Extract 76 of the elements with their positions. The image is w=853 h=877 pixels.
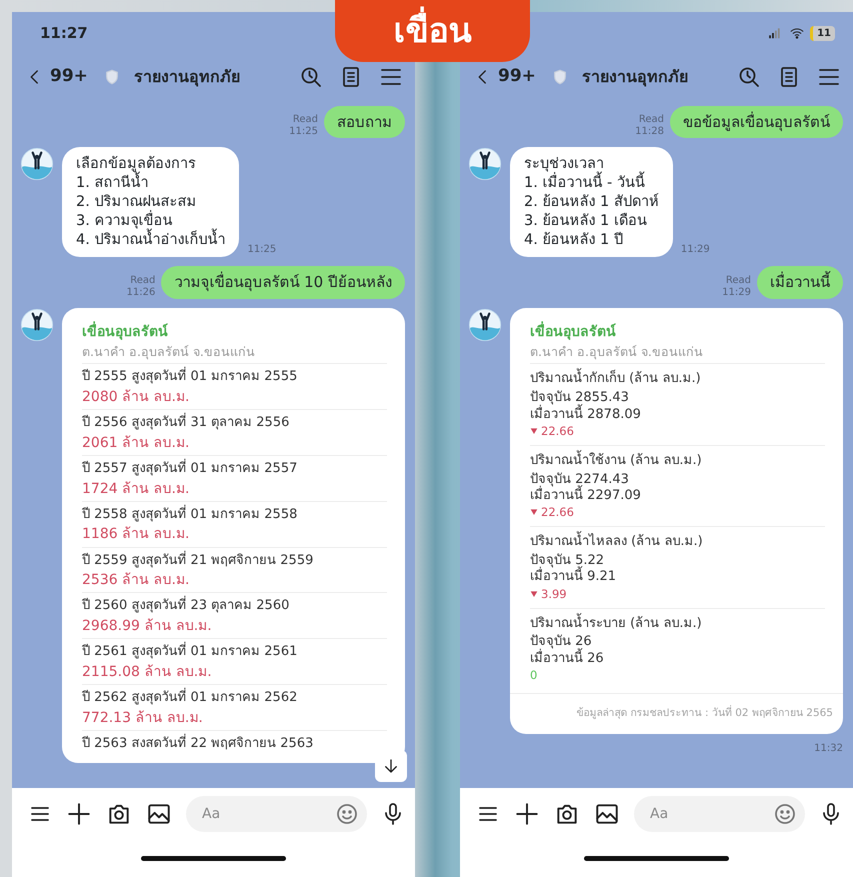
yesterday-value: เมื่อวานนี้ 26 xyxy=(530,650,825,667)
chat-name: รายงานอุทกภัย xyxy=(582,66,688,88)
peak-volume: 772.13 ล้าน ลบ.ม. xyxy=(82,708,204,728)
message-time: 11:25 xyxy=(289,126,318,138)
change-value: 22.66 xyxy=(541,422,574,439)
yesterday-value: เมื่อวานนี้ 2297.09 xyxy=(530,488,825,504)
plus-icon[interactable] xyxy=(514,801,540,827)
peak-volume: 2115.08 ล้าน ลบ.ม. xyxy=(82,662,213,682)
year-peak-date: ปี 2557 สูงสุดวันที่ 01 มกราคม 2557 xyxy=(82,459,387,479)
unread-count: 99+ xyxy=(498,65,536,88)
dam-name: เขื่อนอุบลรัตน์ xyxy=(82,322,387,343)
search-icon[interactable] xyxy=(737,65,761,89)
received-message-bubble: ระบุช่วงเวลา 1. เมื่อวานนี้ - วันนี้ 2. ย้อนหลัง 1 สัปดาห์ 3. ย้อนหลัง 1 เดือน 4. ย้อนหลัง 1 ปี xyxy=(510,147,673,258)
year-peak-date: ปี 2561 สูงสุดวันที่ 01 มกราคม 2561 xyxy=(82,642,387,662)
message-time: 11:29 xyxy=(722,286,751,299)
year-peak-date: ปี 2563 สงสดวันที่ 22 พฤศจิกายน 2563 xyxy=(82,734,314,753)
sent-message-bubble: ขอข้อมูลเขื่อนอุบลรัตน์ xyxy=(670,106,843,138)
plus-icon[interactable] xyxy=(66,801,92,827)
current-value: ปัจจุบัน 26 xyxy=(530,634,593,650)
avatar-icon xyxy=(468,308,502,342)
message-input-field[interactable]: Aa xyxy=(186,796,367,832)
search-icon[interactable] xyxy=(299,65,323,89)
yesterday-value: เมื่อวานนี้ 2878.09 xyxy=(530,406,825,423)
down-arrow-icon xyxy=(382,757,400,775)
unread-count: 99+ xyxy=(50,65,88,88)
message-time: 11:26 xyxy=(126,286,156,299)
read-receipt: Read xyxy=(638,114,664,126)
message-time: 11:28 xyxy=(635,126,664,138)
read-receipt: Read xyxy=(292,114,318,126)
avatar-icon xyxy=(20,308,54,342)
dam-location: ต.นาคำ อ.อุบลรัตน์ จ.ขอนแก่น xyxy=(82,342,256,362)
change-value: 3.99 xyxy=(541,586,567,602)
data-source-note: ข้อมูลล่าสุด กรมชลประทาน : วันที่ 02 พฤศจิกายน 2565 xyxy=(510,693,843,726)
peak-volume: 2968.99 ล้าน ลบ.ม. xyxy=(82,616,213,636)
message-time: 11:32 xyxy=(814,742,843,756)
battery-indicator: 11 xyxy=(810,26,835,40)
peak-volume: 1724 ล้าน ลบ.ม. xyxy=(82,480,190,499)
metric-label: ปริมาณน้ำไหลลง (ล้าน ลบ.ม.) xyxy=(530,532,825,554)
message-time: 11:25 xyxy=(247,243,276,258)
sent-message-bubble: สอบถาม xyxy=(324,106,405,138)
title-banner: เขื่อน xyxy=(335,0,530,62)
current-value: ปัจจุบัน 2855.43 xyxy=(530,390,630,406)
sent-message-bubble: เมื่อวานนี้ xyxy=(757,266,843,299)
metric-label: ปริมาณน้ำกักเก็บ (ล้าน ลบ.ม.) xyxy=(530,369,825,390)
scroll-down-button[interactable] xyxy=(375,750,407,782)
peak-volume: 2061 ล้าน ลบ.ม. xyxy=(82,434,190,453)
read-receipt: Read xyxy=(130,274,156,287)
year-peak-date: ปี 2555 สูงสุดวันที่ 01 มกราคม 2555 xyxy=(82,367,387,387)
wifi-icon xyxy=(788,26,806,40)
year-peak-date: ปี 2560 สูงสุดวันที่ 23 ตุลาคม 2560 xyxy=(82,596,387,616)
avatar-icon xyxy=(468,147,502,182)
peak-volume: 2080 ล้าน ลบ.ม. xyxy=(82,388,190,407)
smiley-icon[interactable] xyxy=(335,802,359,826)
change-value: 22.66 xyxy=(541,504,574,520)
received-message-bubble: เลือกข้อมูลต้องการ 1. สถานีน้ำ 2. ปริมาณฝนสะสม 3. ความจุเขื่อน 4. ปริมาณน้ำอ่างเก็บน้ำ xyxy=(62,147,240,258)
chat-name: รายงานอุทกภัย xyxy=(134,66,240,88)
status-time: 11:27 xyxy=(40,22,88,44)
year-peak-date: ปี 2558 สูงสุดวันที่ 01 มกราคม 2558 xyxy=(82,504,298,524)
read-receipt: Read xyxy=(726,274,751,287)
message-time: 11:29 xyxy=(680,243,710,258)
change-value: 0 xyxy=(530,666,538,684)
year-peak-date: ปี 2559 สูงสุดวันที่ 21 พฤศจิกายน 2559 xyxy=(82,550,314,570)
message-input-field[interactable]: Aa xyxy=(634,796,805,832)
peak-volume: 2536 ล้าน ลบ.ม. xyxy=(82,571,190,590)
dam-location: ต.นาคำ อ.อุบลรัตน์ จ.ขอนแก่น xyxy=(530,342,704,362)
smiley-icon[interactable] xyxy=(773,802,797,826)
metric-label: ปริมาณน้ำระบาย (ล้าน ลบ.ม.) xyxy=(530,614,825,634)
shield-icon xyxy=(104,68,120,86)
peak-volume: 1186 ล้าน ลบ.ม. xyxy=(82,525,190,544)
shield-icon xyxy=(552,68,568,86)
year-peak-date: ปี 2556 สูงสุดวันที่ 31 ตุลาคม 2556 xyxy=(82,413,387,433)
avatar-icon xyxy=(20,147,54,182)
dam-name: เขื่อนอุบลรัตน์ xyxy=(530,322,825,343)
sent-message-bubble: วามจุเขื่อนอุบลรัตน์ 10 ปีย้อนหลัง xyxy=(161,266,405,299)
year-peak-date: ปี 2562 สูงสุดวันที่ 01 มกราคม 2562 xyxy=(82,688,387,708)
metric-label: ปริมาณน้ำใช้งาน (ล้าน ลบ.ม.) xyxy=(530,450,825,472)
